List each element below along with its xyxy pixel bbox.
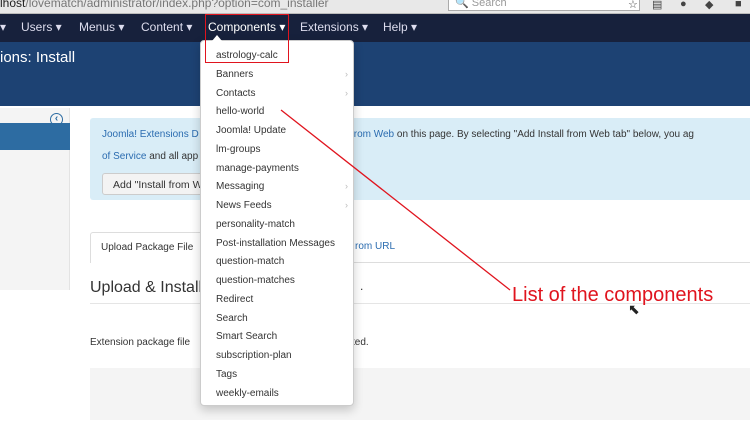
annotation-label: List of the components <box>512 284 714 306</box>
annotation-arrow <box>280 109 511 291</box>
annotation-line <box>280 109 511 291</box>
mouse-cursor-icon: ⬉ <box>628 301 640 317</box>
